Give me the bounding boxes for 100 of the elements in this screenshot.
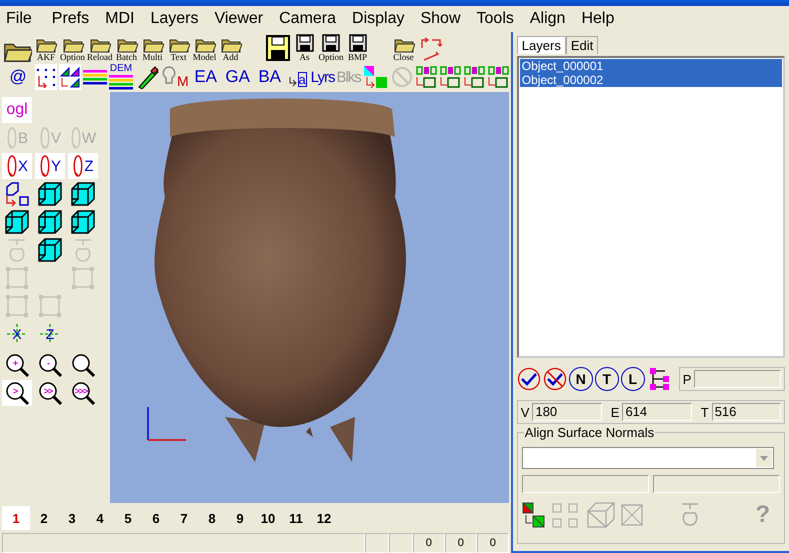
page-tab[interactable]: 11 bbox=[282, 506, 310, 530]
page-tab[interactable]: 8 bbox=[198, 506, 226, 530]
grid-button[interactable] bbox=[414, 64, 437, 90]
color-swap-button[interactable] bbox=[362, 64, 389, 90]
open-file-button[interactable]: Add bbox=[218, 39, 243, 62]
grid-button[interactable] bbox=[462, 64, 485, 90]
open-file-button[interactable]: Reload bbox=[87, 39, 113, 62]
menu-item[interactable]: File bbox=[0, 10, 46, 28]
text-field[interactable] bbox=[522, 475, 649, 493]
grid-button[interactable] bbox=[486, 64, 509, 90]
panel-tab[interactable]: Layers bbox=[516, 36, 566, 54]
menu-item[interactable]: Viewer bbox=[208, 10, 274, 28]
open-file-button[interactable]: Batch bbox=[114, 39, 139, 62]
page-tab[interactable]: 12 bbox=[310, 506, 338, 530]
cube-icon bbox=[37, 237, 63, 263]
page-tab[interactable]: 9 bbox=[226, 506, 254, 530]
save-button[interactable] bbox=[264, 34, 291, 62]
count-field[interactable]: 180 bbox=[532, 403, 602, 421]
group-title: Align Surface Normals bbox=[524, 425, 656, 440]
box-button[interactable]: a bbox=[286, 64, 309, 90]
frame-icon bbox=[4, 293, 30, 319]
grid-button[interactable] bbox=[438, 64, 461, 90]
menu-item[interactable]: Tools bbox=[470, 10, 524, 28]
letter-button[interactable]: L bbox=[620, 367, 645, 391]
page-tab[interactable]: 3 bbox=[58, 506, 86, 530]
page-tab[interactable]: 4 bbox=[86, 506, 114, 530]
open-file-button[interactable]: Close bbox=[392, 39, 416, 62]
save-button[interactable]: As bbox=[292, 33, 317, 62]
menu-item[interactable]: Help bbox=[575, 10, 624, 28]
arrow-icon bbox=[288, 77, 298, 87]
layers-text-button[interactable]: Lyrs bbox=[310, 64, 334, 90]
menu-item[interactable]: Show bbox=[414, 10, 471, 28]
frame-icon bbox=[37, 293, 63, 319]
menu-item[interactable]: Camera bbox=[273, 10, 346, 28]
save-button[interactable]: Option bbox=[318, 33, 344, 62]
mode-button[interactable]: EA bbox=[190, 64, 221, 90]
open-file-button[interactable]: Model bbox=[192, 39, 217, 62]
page-tab[interactable]: 7 bbox=[170, 506, 198, 530]
p-label: P bbox=[682, 372, 692, 386]
grid-dots-button[interactable] bbox=[35, 64, 57, 90]
page-tab[interactable]: 10 bbox=[254, 506, 282, 530]
count-label: E bbox=[610, 404, 620, 420]
layer-item[interactable]: Object_000001 bbox=[520, 59, 782, 73]
rotate-button[interactable]: X bbox=[2, 153, 32, 179]
crossed-box-icon bbox=[620, 503, 644, 527]
rotate-button[interactable]: Z bbox=[68, 153, 98, 179]
layer-item[interactable]: Object_000002 bbox=[520, 73, 782, 87]
rotate-icon bbox=[6, 126, 18, 150]
blocks-icon bbox=[414, 65, 437, 89]
menu-item[interactable]: Display bbox=[346, 10, 414, 28]
stripes-button[interactable]: DEM bbox=[109, 64, 133, 90]
rotate-icon bbox=[72, 154, 84, 178]
open-file-button[interactable]: Option bbox=[60, 39, 86, 62]
page-tab[interactable]: 5 bbox=[114, 506, 142, 530]
save-button[interactable]: BMP bbox=[346, 33, 370, 62]
cube-icon bbox=[37, 209, 63, 235]
folder-icon bbox=[392, 39, 415, 53]
menu-item[interactable]: Align bbox=[524, 10, 576, 28]
check-button[interactable] bbox=[516, 367, 541, 391]
folder-icon bbox=[194, 39, 216, 53]
uncheck-button[interactable] bbox=[542, 367, 567, 391]
rotate-button[interactable]: Y bbox=[35, 153, 65, 179]
color-swap-button[interactable] bbox=[522, 502, 546, 528]
status-cell bbox=[364, 533, 389, 553]
bulb-button[interactable]: M bbox=[161, 64, 189, 90]
p-field[interactable] bbox=[694, 370, 781, 388]
rotate-icon bbox=[6, 154, 18, 178]
status-cell: 0 bbox=[412, 533, 445, 553]
triangles-button[interactable] bbox=[59, 64, 81, 90]
crossed-check-icon bbox=[542, 367, 567, 391]
count-field[interactable]: 516 bbox=[712, 403, 781, 421]
folder-icon bbox=[168, 39, 190, 53]
open-files-button[interactable]: Multi bbox=[140, 37, 165, 62]
letter-button[interactable]: N bbox=[568, 367, 593, 391]
letter-button[interactable]: T bbox=[594, 367, 619, 391]
text-field[interactable] bbox=[652, 475, 780, 493]
count-field[interactable]: 614 bbox=[622, 403, 692, 421]
frame-icon bbox=[70, 265, 96, 291]
open-file-button[interactable]: AKF bbox=[34, 39, 58, 62]
menu-item[interactable]: Prefs bbox=[46, 10, 100, 28]
page-tab[interactable]: 1 bbox=[2, 506, 30, 530]
count-label: V bbox=[520, 404, 530, 420]
rotate-icon bbox=[70, 126, 82, 150]
ogl-button[interactable]: ogl bbox=[2, 97, 32, 123]
stripes-icon bbox=[109, 74, 133, 90]
mode-button[interactable]: BA bbox=[254, 64, 285, 90]
mode-button[interactable]: GA bbox=[222, 64, 253, 90]
page-tab[interactable]: 6 bbox=[142, 506, 170, 530]
status-cell: 0 bbox=[444, 533, 477, 553]
color-squares-icon bbox=[362, 65, 389, 89]
surface-dropdown[interactable] bbox=[522, 447, 774, 469]
panel-tab[interactable]: Edit bbox=[566, 36, 598, 54]
menu-item[interactable]: MDI bbox=[99, 10, 144, 28]
menu-item[interactable]: Layers bbox=[144, 10, 208, 28]
page-tab[interactable]: 2 bbox=[30, 506, 58, 530]
dots-icon bbox=[35, 66, 57, 88]
open-file-button[interactable]: Text bbox=[166, 39, 191, 62]
cube-icon bbox=[70, 181, 96, 207]
mode-button[interactable]: @ bbox=[3, 64, 33, 90]
cube-icon bbox=[70, 209, 96, 235]
